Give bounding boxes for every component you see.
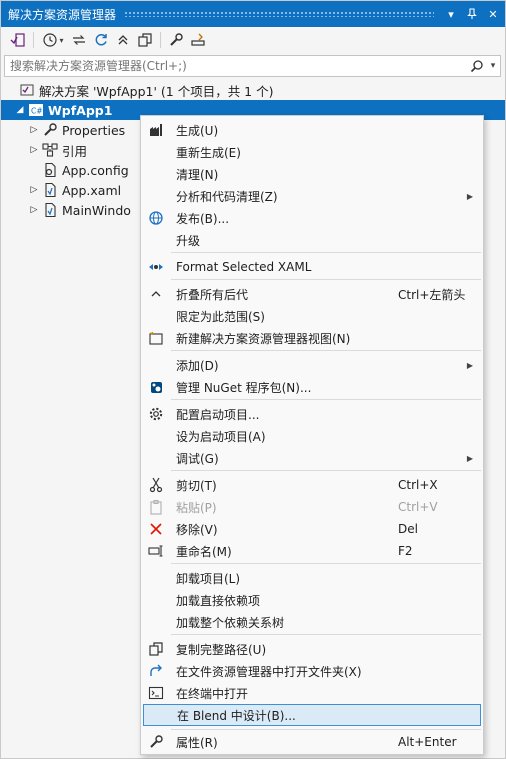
- menu-item-nuget[interactable]: 管理 NuGet 程序包(N)...: [143, 376, 481, 398]
- gear-icon: [143, 403, 169, 425]
- menu-item-debug[interactable]: 调试(G) ▶: [143, 447, 481, 469]
- preview-icon[interactable]: [187, 29, 209, 51]
- csharp-project-icon: C#: [27, 102, 45, 118]
- menu-item-load-direct[interactable]: 加载直接依赖项: [143, 589, 481, 611]
- context-menu: 生成(U) 重新生成(E) 清理(N) 分析和代码清理(Z) ▶ 发布(B)..…: [140, 115, 484, 755]
- properties-icon[interactable]: [165, 29, 187, 51]
- tree-solution-node[interactable]: 解决方案 'WpfApp1' (1 个项目，共 1 个): [1, 80, 505, 100]
- refresh-icon[interactable]: [90, 29, 112, 51]
- menu-item-load-tree[interactable]: 加载整个依赖关系树: [143, 611, 481, 633]
- submenu-arrow-icon: ▶: [466, 360, 473, 370]
- menu-item-publish[interactable]: 发布(B)...: [143, 207, 481, 229]
- xaml-file-icon: [41, 182, 59, 198]
- vs-solution-icon[interactable]: [7, 29, 29, 51]
- terminal-icon: [143, 682, 169, 704]
- menu-item-open-terminal[interactable]: 在终端中打开: [143, 682, 481, 704]
- svg-text:C#: C#: [31, 107, 43, 116]
- menu-item-scope[interactable]: 限定为此范围(S): [143, 305, 481, 327]
- window-title: 解决方案资源管理器: [8, 7, 117, 22]
- menu-item-rename[interactable]: 重命名(M) F2: [143, 540, 481, 562]
- submenu-arrow-icon: ▶: [466, 191, 473, 201]
- solution-label: 解决方案 'WpfApp1' (1 个项目，共 1 个): [39, 83, 274, 99]
- x-mark-icon: [143, 518, 169, 540]
- title-bar: 解决方案资源管理器 ▾ ✕: [1, 1, 505, 27]
- scissors-icon: [143, 474, 169, 496]
- search-icon[interactable]: [468, 57, 486, 75]
- menu-item-cut[interactable]: 剪切(T) Ctrl+X: [143, 474, 481, 496]
- globe-icon: [143, 207, 169, 229]
- menu-item-open-folder[interactable]: 在文件资源管理器中打开文件夹(X): [143, 660, 481, 682]
- nuget-icon: [143, 376, 169, 398]
- expand-arrow-icon[interactable]: ▷: [27, 205, 41, 215]
- menu-item-add[interactable]: 添加(D) ▶: [143, 354, 481, 376]
- wrench-icon: [143, 731, 169, 753]
- chevron-up-icon: [143, 283, 169, 305]
- search-input[interactable]: [5, 59, 468, 73]
- expand-arrow-icon[interactable]: ▷: [27, 185, 41, 195]
- build-icon: [143, 119, 169, 141]
- sync-icon[interactable]: [68, 29, 90, 51]
- solution-explorer-window: 解决方案资源管理器 ▾ ✕ ▾ 搜索解决方案资源管理器(Ctrl+;) ▾ 解决…: [0, 0, 506, 759]
- menu-item-new-view[interactable]: 新建解决方案资源管理器视图(N): [143, 327, 481, 349]
- collapse-arrow-icon[interactable]: ◢: [13, 105, 27, 115]
- close-icon[interactable]: ✕: [484, 5, 502, 23]
- menu-item-properties[interactable]: 属性(R) Alt+Enter: [143, 731, 481, 753]
- menu-separator: [171, 470, 481, 471]
- search-options-dropdown[interactable]: ▾: [486, 61, 500, 71]
- search-box: ▾: [4, 55, 501, 77]
- menu-item-configure-startup[interactable]: 配置启动项目...: [143, 403, 481, 425]
- submenu-arrow-icon: ▶: [466, 453, 473, 463]
- tree-item-label: Properties: [62, 122, 126, 138]
- menu-item-paste[interactable]: 粘贴(P) Ctrl+V: [143, 496, 481, 518]
- references-icon: [41, 142, 59, 158]
- project-label: WpfApp1: [48, 102, 113, 118]
- tree-item-label: 引用: [62, 143, 88, 159]
- expand-arrow-icon[interactable]: ▷: [27, 125, 41, 135]
- menu-separator: [171, 252, 481, 253]
- xaml-file-icon: [41, 202, 59, 218]
- menu-item-analyze[interactable]: 分析和代码清理(Z) ▶: [143, 185, 481, 207]
- menu-item-unload[interactable]: 卸载项目(L): [143, 567, 481, 589]
- xaml-format-icon: [143, 256, 169, 278]
- menu-separator: [171, 399, 481, 400]
- menu-separator: [171, 350, 481, 351]
- menu-item-set-startup[interactable]: 设为启动项目(A): [143, 425, 481, 447]
- menu-item-upgrade[interactable]: 升级: [143, 229, 481, 251]
- menu-item-design-blend[interactable]: 在 Blend 中设计(B)...: [143, 704, 481, 726]
- pin-icon[interactable]: [463, 5, 481, 23]
- tree-item-label: App.config: [62, 162, 129, 178]
- rename-icon: [143, 540, 169, 562]
- tree-item-label: MainWindo: [62, 202, 131, 218]
- menu-item-clean[interactable]: 清理(N): [143, 163, 481, 185]
- toolbar: ▾: [1, 27, 505, 53]
- copy-icon: [143, 638, 169, 660]
- menu-separator: [171, 279, 481, 280]
- redo-arrow-icon: [143, 660, 169, 682]
- solution-icon: [18, 82, 36, 98]
- menu-item-build[interactable]: 生成(U): [143, 119, 481, 141]
- wrench-icon: [41, 122, 59, 138]
- expand-arrow-icon[interactable]: ▷: [27, 145, 41, 155]
- menu-separator: [171, 563, 481, 564]
- menu-item-copy-path[interactable]: 复制完整路径(U): [143, 638, 481, 660]
- config-file-icon: [41, 162, 59, 178]
- menu-item-format-xaml[interactable]: Format Selected XAML: [143, 256, 481, 278]
- tree-item-label: App.xaml: [62, 182, 122, 198]
- history-icon[interactable]: ▾: [38, 29, 68, 51]
- new-view-icon: [143, 327, 169, 349]
- menu-separator: [171, 729, 481, 730]
- menu-item-remove[interactable]: 移除(V) Del: [143, 518, 481, 540]
- title-grip[interactable]: [124, 11, 434, 17]
- window-position-dropdown[interactable]: ▾: [442, 5, 460, 23]
- clipboard-icon: [143, 496, 169, 518]
- menu-separator: [171, 634, 481, 635]
- menu-item-collapse-all[interactable]: 折叠所有后代 Ctrl+左箭头: [143, 283, 481, 305]
- collapse-icon[interactable]: [112, 29, 134, 51]
- menu-item-rebuild[interactable]: 重新生成(E): [143, 141, 481, 163]
- copy-icon[interactable]: [134, 29, 156, 51]
